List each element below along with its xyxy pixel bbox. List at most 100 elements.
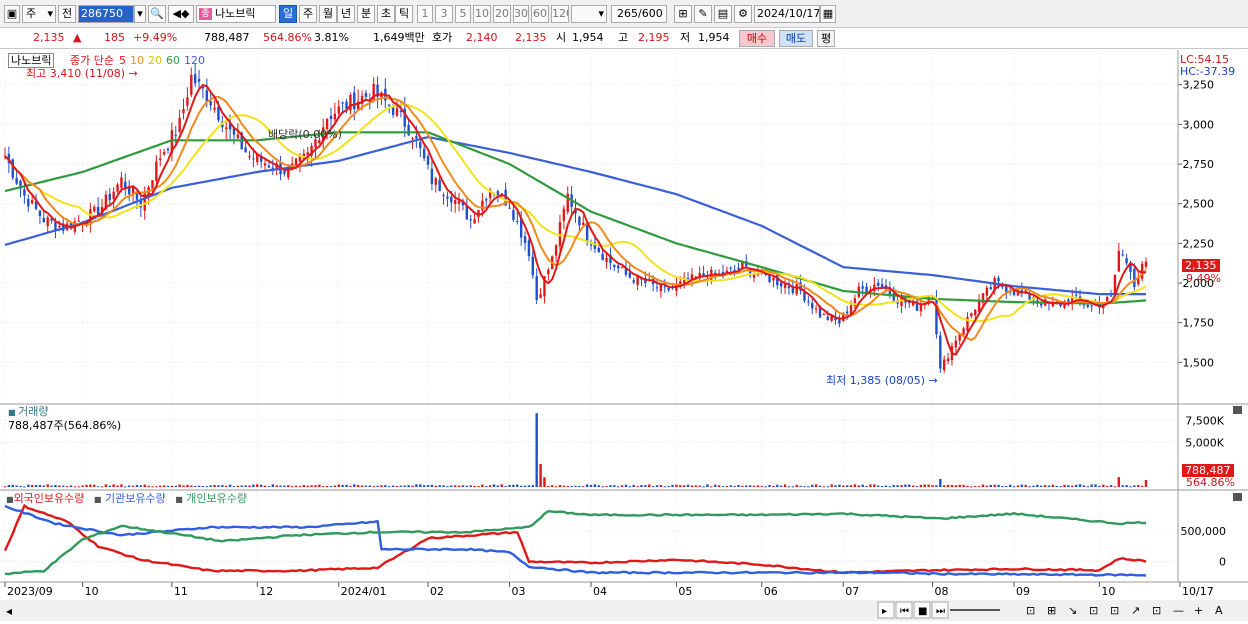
chart-area[interactable]: 1,500 1,750 2,000 2,250 2,500 2,750 3,000 3,250…	[0, 50, 1248, 621]
chart-canvas[interactable]: 1,5001,7502,0002,2502,5002,7503,0003,250…	[0, 50, 1248, 621]
playback-icon: ■	[918, 606, 927, 617]
hc-value: HC:-37.39	[1180, 65, 1236, 78]
candle-body	[578, 216, 581, 226]
interval-button-2[interactable]: 5	[455, 5, 471, 23]
volume-bar	[46, 484, 49, 487]
candle-body	[182, 109, 185, 114]
interval-button-1[interactable]: 3	[435, 5, 453, 23]
gear-icon[interactable]: ⚙	[734, 5, 752, 23]
prev-button[interactable]: 전	[58, 5, 76, 23]
volume-bar	[935, 485, 938, 487]
candle-body	[880, 284, 884, 288]
draw-tool-icon[interactable]: ✎	[694, 5, 712, 23]
evaluate-button[interactable]: 평	[817, 30, 835, 47]
candle-body	[783, 284, 787, 289]
candle-body	[15, 178, 18, 184]
volume-bar	[911, 485, 915, 487]
ex-rights-marker: 배당락(0.00%)	[268, 128, 342, 141]
candle-body	[554, 245, 558, 256]
interval-button-3[interactable]: 10	[473, 5, 491, 23]
foreign-holdings-label: ■외국인보유수량	[6, 492, 84, 505]
interval-button-6[interactable]: 60	[531, 5, 549, 23]
volume-bar	[574, 485, 577, 487]
interval-button-5[interactable]: 30	[513, 5, 529, 23]
stock-code-input[interactable]: 286750	[78, 5, 134, 23]
low-label: 저	[680, 31, 691, 44]
volume-bar	[1125, 485, 1128, 487]
volume-bar	[244, 485, 247, 487]
volume-bar	[803, 486, 806, 488]
volume-bar	[915, 486, 919, 488]
interval-button-4[interactable]: 20	[493, 5, 511, 23]
buy-button[interactable]: 매수	[739, 30, 775, 47]
ma-label: 종가 단순	[70, 54, 114, 67]
playback-icon: ⏮	[900, 606, 909, 617]
candle-body	[523, 236, 527, 243]
candle-body	[283, 170, 286, 174]
candle-body	[159, 158, 162, 160]
volume-bar	[787, 486, 791, 488]
indicator-icon[interactable]: ⊞	[674, 5, 692, 23]
speaker-icon[interactable]: ◀◆	[168, 5, 194, 23]
chart-tool-icon: ⊡	[1026, 604, 1035, 617]
chart-tool-icon: ⊡	[1110, 604, 1119, 617]
candle-body	[942, 359, 946, 370]
period-tab-1[interactable]: 주	[299, 5, 317, 23]
volume-bar	[694, 485, 698, 487]
chart-window-icon[interactable]: ▣	[4, 5, 20, 23]
volume-bar	[256, 484, 259, 487]
candle-body	[27, 199, 30, 207]
candle-body	[667, 288, 670, 291]
volume-bar	[865, 486, 868, 488]
period-tab-0[interactable]: 일	[279, 5, 297, 23]
ma5-label: 5	[118, 54, 126, 67]
volume-bar	[939, 479, 942, 487]
period-tab-2[interactable]: 월	[319, 5, 337, 23]
volume-bar	[609, 485, 612, 487]
volume-ratio: 564.86%	[263, 31, 312, 44]
market-select[interactable]: 주 ▾	[22, 5, 56, 23]
volume-bar	[554, 486, 558, 488]
volume-bar	[225, 485, 228, 487]
volume-bar	[485, 486, 488, 488]
candle-body	[954, 340, 958, 348]
volume-bar	[368, 485, 372, 487]
calendar-icon[interactable]: ▦	[820, 5, 836, 23]
volume-bar	[1051, 484, 1055, 487]
period-tab-4[interactable]: 분	[357, 5, 375, 23]
search-icon[interactable]: 🔍	[148, 5, 166, 23]
count-input[interactable]: 265/600	[611, 5, 667, 23]
candle-body	[364, 93, 368, 97]
volume-bar	[985, 485, 989, 487]
volume-bar	[232, 486, 236, 488]
volume-bar	[349, 485, 352, 487]
period-tab-3[interactable]: 년	[337, 5, 355, 23]
period-tab-5[interactable]: 초	[377, 5, 395, 23]
sell-button[interactable]: 매도	[779, 30, 813, 47]
stock-name-field[interactable]: 종 나노브릭	[196, 5, 276, 23]
volume-bar	[42, 485, 46, 487]
date-input[interactable]: 2024/10/17	[754, 5, 820, 23]
volume-bar	[364, 485, 368, 487]
interval-button-7[interactable]: 120	[551, 5, 569, 23]
volume-bar	[904, 484, 907, 487]
volume-bar	[1036, 484, 1039, 487]
volume-bar	[714, 484, 717, 487]
volume-bar	[717, 485, 721, 487]
holdings-tick-label-1: 500,000	[1181, 525, 1227, 538]
chart-tool-icon: +	[1194, 604, 1203, 617]
save-icon[interactable]: ▤	[714, 5, 732, 23]
code-dropdown-chevron-icon[interactable]: ▾	[134, 5, 146, 23]
interval-button-0[interactable]: 1	[417, 5, 433, 23]
volume-bar	[551, 485, 554, 487]
chart-tool-icon: A	[1215, 604, 1223, 617]
volume-pct-tag: 564.86%	[1186, 476, 1235, 489]
volume-bar	[170, 485, 174, 487]
interval-dropdown[interactable]: ▾	[571, 5, 607, 23]
panel-marker-icon: ■	[6, 495, 14, 504]
volume-bar	[752, 485, 756, 487]
period-tab-6[interactable]: 틱	[395, 5, 413, 23]
volume-bar	[589, 484, 593, 487]
candle-body	[77, 220, 80, 222]
chart-tool-icon: ⊡	[1089, 604, 1098, 617]
